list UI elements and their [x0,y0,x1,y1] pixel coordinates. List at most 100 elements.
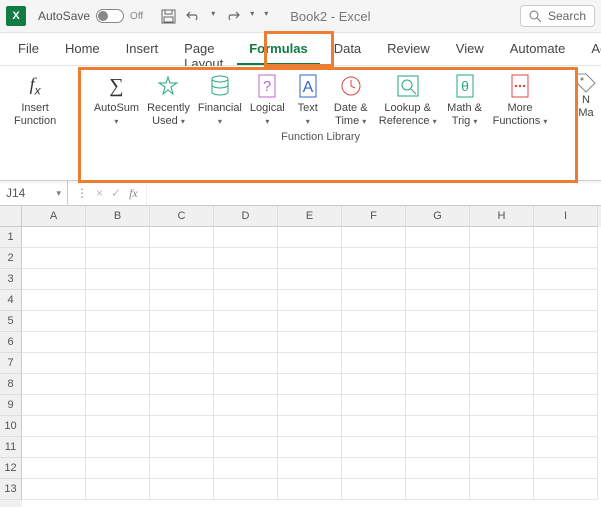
cell[interactable] [406,227,470,248]
select-all-corner[interactable] [0,206,22,227]
cell[interactable] [22,458,86,479]
undo-icon[interactable] [186,9,201,24]
column-header[interactable]: A [22,206,86,227]
cell[interactable] [406,395,470,416]
cell[interactable] [534,332,598,353]
tab-file[interactable]: File [6,33,51,65]
cell[interactable] [22,374,86,395]
cell[interactable] [86,416,150,437]
cell[interactable] [470,416,534,437]
tab-home[interactable]: Home [53,33,112,65]
cell[interactable] [406,353,470,374]
cell[interactable] [214,437,278,458]
cell[interactable] [150,353,214,374]
cell[interactable] [342,332,406,353]
row-header[interactable]: 10 [0,416,22,437]
cell[interactable] [214,458,278,479]
cell[interactable] [534,311,598,332]
cell[interactable] [470,479,534,500]
cell[interactable] [86,374,150,395]
search-box[interactable]: Search [520,5,595,27]
lookup-reference-button[interactable]: Lookup & Reference ▾ [375,72,441,129]
cell[interactable] [278,227,342,248]
cell[interactable] [150,227,214,248]
cell[interactable] [470,248,534,269]
cell[interactable] [214,479,278,500]
date-time-button[interactable]: Date & Time ▾ [327,72,375,129]
cell[interactable] [150,416,214,437]
row-header[interactable]: 13 [0,479,22,500]
financial-button[interactable]: Financial▾ [194,72,246,129]
cell[interactable] [278,374,342,395]
cell[interactable] [278,332,342,353]
cell[interactable] [470,290,534,311]
cell[interactable] [22,395,86,416]
row-header[interactable]: 7 [0,353,22,374]
cell[interactable] [278,458,342,479]
tab-insert[interactable]: Insert [114,33,171,65]
cell[interactable] [278,395,342,416]
cell[interactable] [150,374,214,395]
cell[interactable] [22,290,86,311]
cell[interactable] [406,248,470,269]
cell[interactable] [534,437,598,458]
cell[interactable] [214,353,278,374]
row-header[interactable]: 4 [0,290,22,311]
fx-icon[interactable]: fx [129,186,138,201]
chevron-down-icon[interactable]: ▾ [56,188,61,199]
cell[interactable] [342,416,406,437]
name-box[interactable]: J14 ▾ [0,181,68,205]
cell[interactable] [406,437,470,458]
cell[interactable] [214,332,278,353]
tab-formulas[interactable]: Formulas [237,33,320,65]
cell[interactable] [214,248,278,269]
cell[interactable] [534,395,598,416]
column-header[interactable]: C [150,206,214,227]
cell[interactable] [150,437,214,458]
cell[interactable] [86,311,150,332]
recently-used-button[interactable]: Recently Used ▾ [143,72,194,129]
autosum-button[interactable]: ∑ AutoSum▾ [90,72,143,129]
cell[interactable] [406,416,470,437]
tab-automate[interactable]: Automate [498,33,578,65]
cell[interactable] [22,311,86,332]
row-header[interactable]: 2 [0,248,22,269]
cell[interactable] [534,290,598,311]
cell[interactable] [86,269,150,290]
cell[interactable] [278,353,342,374]
column-header[interactable]: G [406,206,470,227]
cell[interactable] [150,311,214,332]
qat-customize-icon[interactable]: ▾ [264,9,268,24]
autosave-toggle[interactable]: AutoSave Off [32,9,149,23]
cell[interactable] [534,458,598,479]
cell[interactable] [406,269,470,290]
cell[interactable] [342,311,406,332]
column-header[interactable]: F [342,206,406,227]
cell[interactable] [22,269,86,290]
cell[interactable] [534,416,598,437]
cell[interactable] [214,269,278,290]
cell[interactable] [470,227,534,248]
cell[interactable] [86,290,150,311]
cell[interactable] [342,227,406,248]
cell[interactable] [86,395,150,416]
cell[interactable] [22,332,86,353]
cell[interactable] [470,437,534,458]
cell[interactable] [150,332,214,353]
logical-button[interactable]: ? Logical▾ [246,72,289,129]
toggle-off-icon[interactable] [96,9,124,23]
cell[interactable] [342,479,406,500]
cell[interactable] [470,332,534,353]
row-header[interactable]: 3 [0,269,22,290]
cell[interactable] [470,269,534,290]
text-button[interactable]: A Text▾ [289,72,327,129]
undo-dropdown-icon[interactable]: ▾ [211,9,215,24]
cell[interactable] [342,458,406,479]
cell[interactable] [278,290,342,311]
cell[interactable] [150,248,214,269]
formula-input[interactable] [147,181,601,205]
row-header[interactable]: 5 [0,311,22,332]
cell[interactable] [86,248,150,269]
save-icon[interactable] [161,9,176,24]
cell[interactable] [22,437,86,458]
